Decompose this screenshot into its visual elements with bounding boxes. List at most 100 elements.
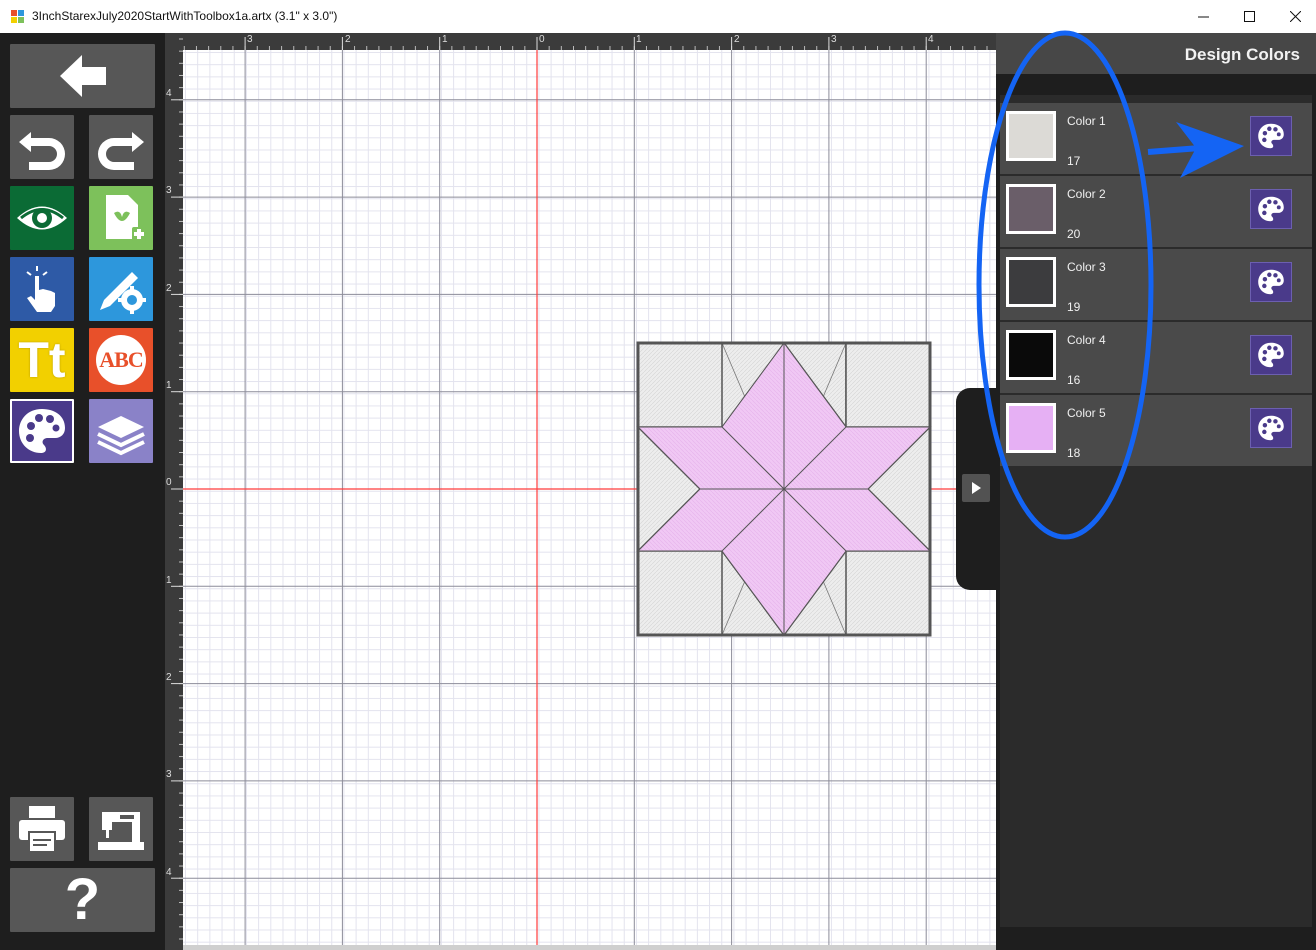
window-title-bar: 3InchStarexJuly2020StartWithToolbox1a.ar… [0,0,1316,33]
ruler-left-label: 3 [166,185,172,196]
change-color-button[interactable] [1250,189,1292,229]
sewing-machine-icon [98,812,144,850]
edit-tools-button[interactable] [89,257,153,321]
ruler-left: 4 3 2 1 0 1 2 3 4 [165,33,183,950]
corner-square [637,342,723,428]
minimize-icon [1197,16,1209,18]
color-row-2[interactable]: Color 2 20 [1000,176,1312,247]
pointer-hand-icon [26,266,55,312]
text-button[interactable]: Tt [10,328,74,392]
select-button[interactable] [10,257,74,321]
maximize-button[interactable] [1226,0,1272,33]
ruler-top-ticks [183,37,988,50]
file-add-icon [106,195,146,241]
ruler-left-label: 2 [166,283,172,294]
ruler-left-ticks [171,38,183,940]
maximize-icon [1243,11,1255,22]
color-row-5[interactable]: Color 5 18 [1000,395,1312,466]
panel-title: Design Colors [1184,45,1300,64]
ruler-top-label: 2 [734,34,740,45]
color-name: Color 3 [1067,260,1106,274]
palette-icon [19,409,65,453]
ruler-top-label: 3 [831,34,837,45]
close-icon [1289,11,1301,22]
color-number: 20 [1067,227,1081,241]
monogram-button[interactable]: ABC [89,328,153,392]
panel-collapse-tab [956,388,996,590]
color-name: Color 4 [1067,333,1106,347]
change-color-button[interactable] [1250,335,1292,375]
color-list: Color 1 17 Color 2 20 Color 3 19 Color 4 [1000,95,1312,927]
window-title: 3InchStarexJuly2020StartWithToolbox1a.ar… [32,9,338,23]
color-name: Color 2 [1067,187,1106,201]
color-number: 18 [1067,446,1081,460]
color-number: 16 [1067,373,1081,387]
ruler-left-label: 1 [166,380,172,391]
undo-button[interactable] [10,115,74,179]
color-row-1[interactable]: Color 1 17 [1000,103,1312,174]
ruler-top-label: 1 [442,34,448,45]
color-row-4[interactable]: Color 4 16 [1000,322,1312,393]
color-number: 17 [1067,154,1081,168]
text-tt-icon: Tt [18,332,66,388]
horizontal-scrollbar[interactable] [183,945,996,950]
printer-icon [19,806,65,853]
ruler-top-label: 0 [539,34,545,45]
color-swatch[interactable] [1006,111,1056,161]
ruler-left-label: 0 [166,477,172,488]
design-canvas[interactable] [183,50,996,945]
redo-button[interactable] [89,115,153,179]
pencil-gear-icon [100,272,146,314]
change-color-button[interactable] [1250,408,1292,448]
palette-icon [1258,123,1284,149]
sew-button[interactable] [89,797,153,861]
ruler-left-label: 2 [166,672,172,683]
change-color-button[interactable] [1250,116,1292,156]
arrow-left-icon [59,55,106,97]
redo-icon [98,132,144,170]
color-row-3[interactable]: Color 3 19 [1000,249,1312,320]
ruler-top: 3 2 1 0 1 2 3 4 [183,33,996,50]
eye-icon [17,206,67,230]
ruler-top-label: 4 [928,34,934,45]
panel-header: Design Colors [996,33,1316,74]
palette-icon [1258,415,1284,441]
color-number: 19 [1067,300,1081,314]
undo-icon [19,132,65,170]
app-icon [10,9,25,24]
design-colors-button[interactable] [10,399,74,463]
layers-icon [97,416,145,456]
ruler-left-label: 4 [166,867,172,878]
design-star-block[interactable] [183,50,996,945]
corner-square [845,342,931,428]
add-design-button[interactable] [89,186,153,250]
collapse-panel-button[interactable] [962,474,990,502]
color-name: Color 5 [1067,406,1106,420]
ruler-top-label: 3 [247,34,253,45]
left-toolbar: Tt ABC ? [0,33,165,950]
color-name: Color 1 [1067,114,1106,128]
close-button[interactable] [1272,0,1316,33]
view-button[interactable] [10,186,74,250]
palette-icon [1258,342,1284,368]
layers-button[interactable] [89,399,153,463]
ruler-left-label: 4 [166,88,172,99]
ruler-top-label: 2 [345,34,351,45]
color-swatch[interactable] [1006,403,1056,453]
ruler-top-label: 1 [636,34,642,45]
help-button[interactable]: ? [10,868,155,932]
design-colors-panel: Design Colors Color 1 17 Color 2 20 Colo… [996,33,1316,950]
palette-icon [1258,196,1284,222]
chevron-right-icon [972,482,981,494]
minimize-button[interactable] [1180,0,1226,33]
color-swatch[interactable] [1006,330,1056,380]
corner-square [845,550,931,636]
palette-icon [1258,269,1284,295]
monogram-label: ABC [99,347,143,372]
print-button[interactable] [10,797,74,861]
ruler-left-label: 3 [166,769,172,780]
change-color-button[interactable] [1250,262,1292,302]
back-button[interactable] [10,44,155,108]
color-swatch[interactable] [1006,257,1056,307]
color-swatch[interactable] [1006,184,1056,234]
